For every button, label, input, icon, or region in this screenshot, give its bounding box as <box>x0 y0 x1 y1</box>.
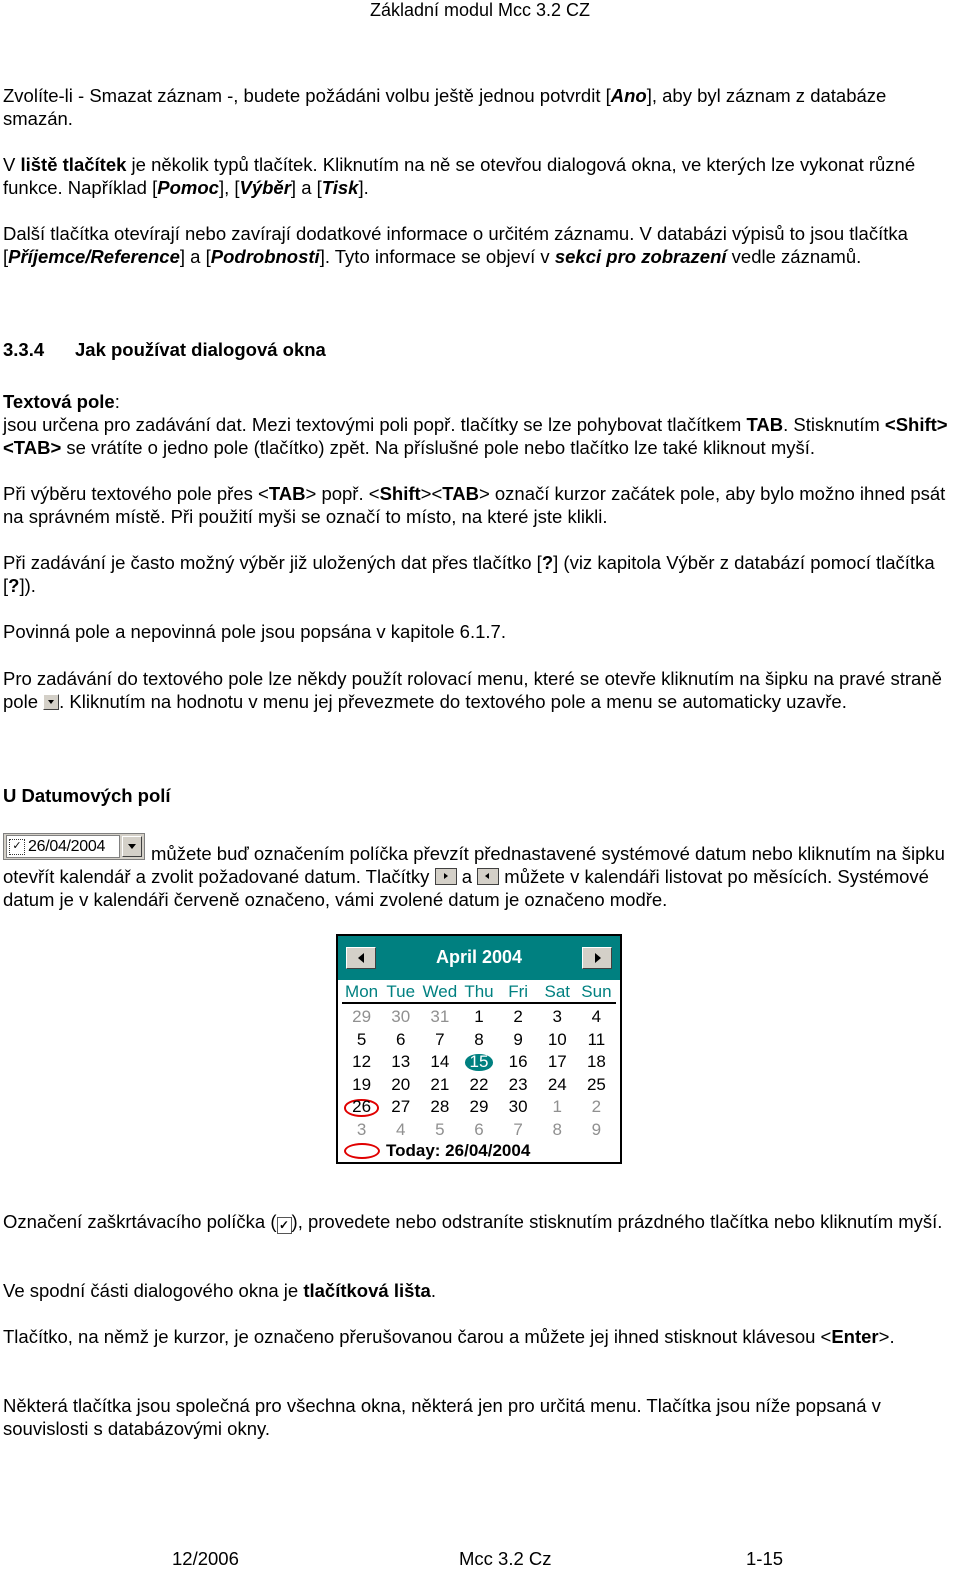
weekday-label: Tue <box>386 982 416 1001</box>
calendar-day[interactable]: 8 <box>538 1119 577 1142</box>
weekday-label: Wed <box>422 982 458 1001</box>
calendar-day[interactable]: 10 <box>538 1029 577 1052</box>
calendar-day-selected[interactable]: 15 <box>459 1051 498 1074</box>
next-month-button[interactable] <box>582 947 612 969</box>
footer-product: Mcc 3.2 Cz <box>459 1548 552 1569</box>
calendar-day[interactable]: 11 <box>577 1029 616 1052</box>
calendar-day[interactable]: 3 <box>342 1119 381 1142</box>
calendar-day-today[interactable]: 26 <box>342 1096 381 1119</box>
paragraph-dropdown: Pro zadávání do textového pole lze někdy… <box>3 668 942 712</box>
paragraph-text-fields: Textová pole: jsou určena pro zadávání da… <box>3 391 948 458</box>
paragraph-button-strip: Ve spodní části dialogového okna je tlač… <box>3 1280 436 1301</box>
calendar-day[interactable]: 30 <box>381 1006 420 1029</box>
calendar-day[interactable]: 1 <box>538 1096 577 1119</box>
footer-page-number: 1-15 <box>746 1548 784 1569</box>
calendar-day[interactable]: 1 <box>459 1006 498 1029</box>
calendar-days: 29 30 31 1 2 3 4 5 6 7 8 9 10 11 12 13 14 15 16 17 18 19 20 21 2… <box>342 1006 616 1141</box>
calendar-day[interactable]: 2 <box>499 1006 538 1029</box>
calendar-day[interactable]: 16 <box>499 1051 538 1074</box>
page-header: Základní modul Mcc 3.2 CZ <box>369 0 591 20</box>
calendar-day[interactable]: 30 <box>499 1096 538 1119</box>
calendar-day[interactable]: 3 <box>538 1006 577 1029</box>
calendar-day[interactable]: 18 <box>577 1051 616 1074</box>
calendar-day[interactable]: 29 <box>459 1096 498 1119</box>
calendar-day[interactable]: 28 <box>420 1096 459 1119</box>
calendar-day[interactable]: 6 <box>459 1119 498 1142</box>
paragraph-delete-confirm: Zvolíte-li - Smazat záznam -, budete pož… <box>3 85 887 129</box>
text-fields-label: Textová pole <box>3 391 115 412</box>
calendar-day[interactable]: 23 <box>499 1074 538 1097</box>
calendar-day[interactable]: 14 <box>420 1051 459 1074</box>
calendar-day[interactable]: 21 <box>420 1074 459 1097</box>
calendar-day[interactable]: 4 <box>381 1119 420 1142</box>
arrow-right-icon <box>595 953 601 963</box>
calendar-day[interactable]: 20 <box>381 1074 420 1097</box>
dropdown-arrow-icon <box>43 694 60 710</box>
calendar-header: April 2004 <box>338 936 620 980</box>
today-ring-icon <box>344 1143 380 1159</box>
paragraph-required-fields: Povinná pole a nepovinná pole jsou popsá… <box>3 621 506 642</box>
calendar-day[interactable]: 17 <box>538 1051 577 1074</box>
ano-label: Ano <box>610 85 647 106</box>
weekday-label: Sun <box>581 982 612 1001</box>
calendar-day[interactable]: 25 <box>577 1074 616 1097</box>
calendar-day[interactable]: 8 <box>459 1029 498 1052</box>
footer-date: 12/2006 <box>172 1548 239 1569</box>
calendar-day[interactable]: 7 <box>420 1029 459 1052</box>
weekday-header: Mon Tue Wed Thu Fri Sat Sun <box>342 980 616 1004</box>
weekday-label: Fri <box>508 982 529 1001</box>
checkbox-icon: ✓ <box>276 1217 292 1234</box>
date-fields-heading: U Datumových polí <box>3 785 171 806</box>
section-heading: 3.3.4 Jak používat dialogová okna <box>3 339 326 360</box>
weekday-label: Sat <box>544 982 571 1001</box>
calendar-day[interactable]: 29 <box>342 1006 381 1029</box>
calendar-day[interactable]: 27 <box>381 1096 420 1119</box>
paragraph-lookup: Při zadávání je často možný výběr již ul… <box>3 552 935 596</box>
calendar-day[interactable]: 6 <box>381 1029 420 1052</box>
today-link[interactable]: Today: 26/04/2004 <box>344 1141 530 1161</box>
calendar-day[interactable]: 2 <box>577 1096 616 1119</box>
next-month-icon <box>434 868 457 885</box>
calendar-day[interactable]: 13 <box>381 1051 420 1074</box>
paragraph-tab-selection: Při výběru textového pole přes <TAB> pop… <box>3 483 946 527</box>
calendar-day[interactable]: 19 <box>342 1074 381 1097</box>
calendar-day[interactable]: 4 <box>577 1006 616 1029</box>
calendar-day[interactable]: 5 <box>342 1029 381 1052</box>
calendar-day[interactable]: 22 <box>459 1074 498 1097</box>
paragraph-common-buttons: Některá tlačítka jsou společná pro všech… <box>3 1395 881 1439</box>
weekday-label: Thu <box>464 982 494 1001</box>
weekday-label: Mon <box>345 982 379 1001</box>
calendar-day[interactable]: 9 <box>499 1029 538 1052</box>
paragraph-checkbox: Označení zaškrtávacího políčka (✓), prov… <box>3 1211 943 1234</box>
calendar-popup: April 2004 Mon Tue Wed Thu Fri Sat Sun 29 30 31 1… <box>336 934 622 1164</box>
prev-month-icon <box>477 868 500 885</box>
calendar-day[interactable]: 5 <box>420 1119 459 1142</box>
paragraph-date-fields: můžete buď označením políčka převzít pře… <box>3 843 945 910</box>
calendar-day[interactable]: 7 <box>499 1119 538 1142</box>
calendar-title: April 2004 <box>435 947 523 967</box>
calendar-day[interactable]: 9 <box>577 1119 616 1142</box>
calendar-day[interactable]: 31 <box>420 1006 459 1029</box>
calendar-day[interactable]: 12 <box>342 1051 381 1074</box>
paragraph-focused-button: Tlačítko, na němž je kurzor, je označeno… <box>3 1326 895 1347</box>
paragraph-extra-buttons: Další tlačítka otevírají nebo zavírají d… <box>3 223 908 267</box>
paragraph-button-bar: V liště tlačítek je několik typů tlačíte… <box>3 154 916 198</box>
calendar-day[interactable]: 24 <box>538 1074 577 1097</box>
